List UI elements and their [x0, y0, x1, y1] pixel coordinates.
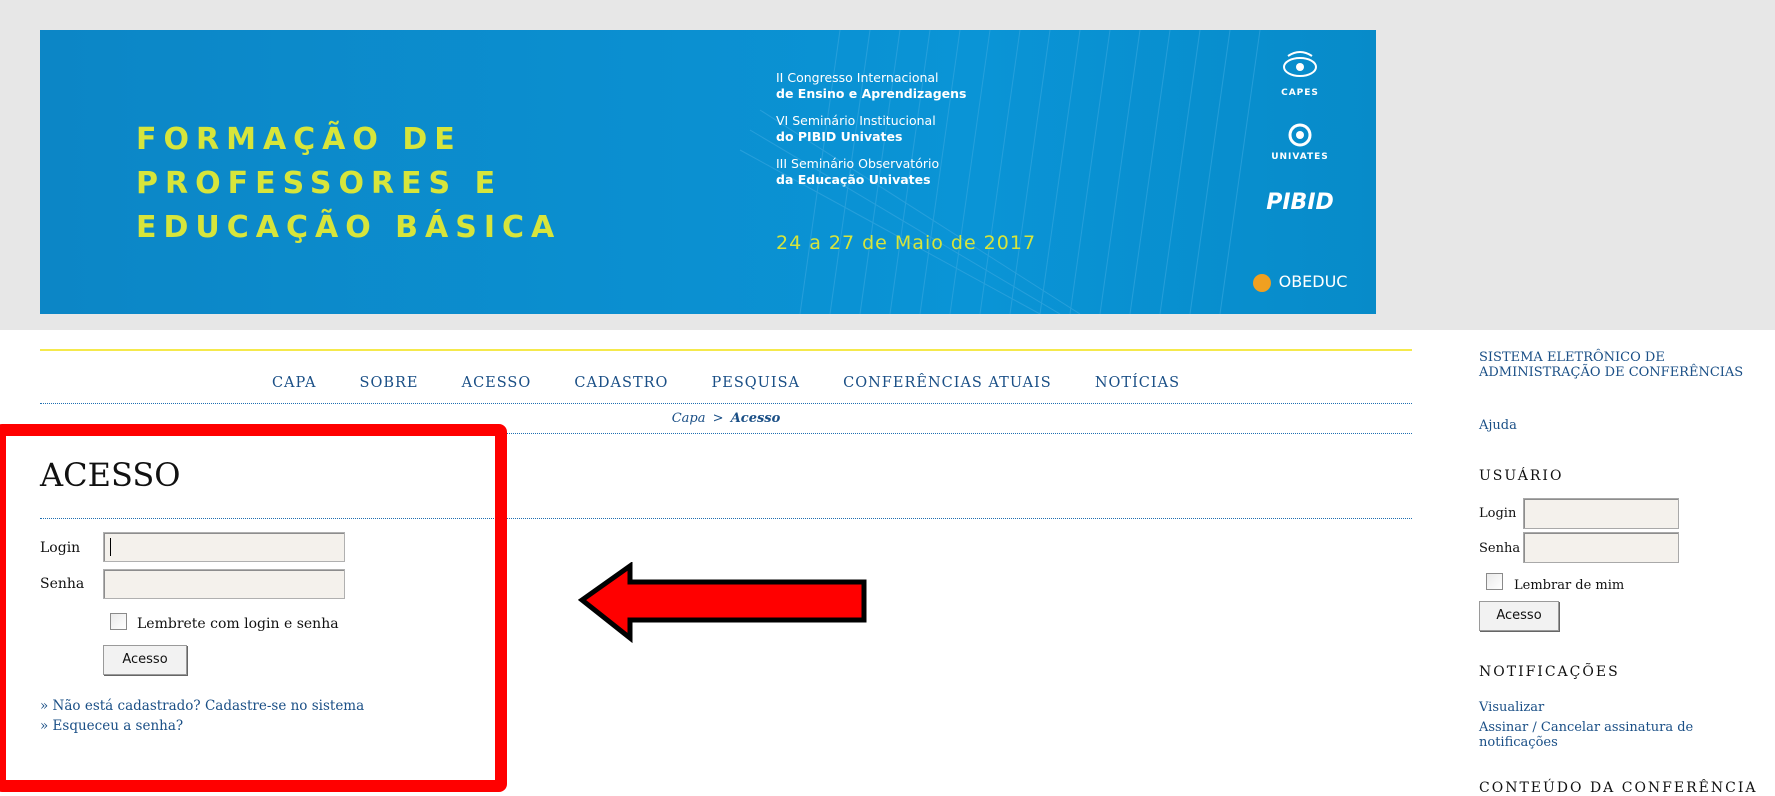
- univates-icon: [1288, 123, 1312, 147]
- banner-title-line-2: PROFESSORES E: [136, 166, 503, 201]
- sidebar-content-heading: CONTEÚDO DA CONFERÊNCIA: [1479, 780, 1758, 796]
- sidebar-login-button[interactable]: Acesso: [1479, 601, 1559, 631]
- highlight-box: [0, 424, 507, 792]
- nav-top-border: [40, 349, 1412, 351]
- nav-item-capa[interactable]: CAPA: [272, 375, 316, 391]
- breadcrumb-current[interactable]: Acesso: [731, 411, 781, 426]
- breadcrumb-separator: >: [712, 411, 724, 426]
- nav-item-pesquisa[interactable]: PESQUISA: [712, 375, 801, 391]
- nav-item-acesso[interactable]: ACESSO: [462, 375, 532, 391]
- sidebar-remember-checkbox[interactable]: [1486, 573, 1503, 590]
- event-1: II Congresso Internacional de Ensino e A…: [776, 70, 967, 101]
- sidebar-subscribe-link[interactable]: Assinar / Cancelar assinatura de notific…: [1479, 720, 1775, 750]
- sidebar-remember-label: Lembrar de mim: [1514, 578, 1625, 593]
- banner-title: FORMAÇÃO DE PROFESSORES E EDUCAÇÃO BÁSIC…: [136, 118, 561, 250]
- banner-events: II Congresso Internacional de Ensino e A…: [776, 70, 966, 199]
- conference-banner: FORMAÇÃO DE PROFESSORES E EDUCAÇÃO BÁSIC…: [40, 30, 1376, 314]
- obeduc-icon: [1252, 273, 1271, 292]
- banner-title-line-1: FORMAÇÃO DE: [136, 122, 462, 157]
- sidebar-help-link[interactable]: Ajuda: [1479, 418, 1517, 433]
- event-2: VI Seminário Institucional do PIBID Univ…: [776, 113, 936, 144]
- capes-logo: CAPES: [1240, 50, 1360, 98]
- nav-item-noticias[interactable]: NOTÍCIAS: [1095, 375, 1180, 391]
- nav-item-cadastro[interactable]: CADASTRO: [574, 375, 668, 391]
- obeduc-logo: OBEDUC: [1240, 272, 1360, 292]
- sidebar-view-link[interactable]: Visualizar: [1479, 700, 1544, 715]
- capes-icon: [1283, 51, 1317, 77]
- banner-title-line-3: EDUCAÇÃO BÁSICA: [136, 210, 562, 245]
- nav-divider: [40, 403, 1412, 404]
- banner-date: 24 a 27 de Maio de 2017: [776, 232, 1037, 254]
- red-arrow-icon: [578, 562, 867, 644]
- breadcrumb-home[interactable]: Capa: [672, 411, 706, 426]
- sidebar-system-title[interactable]: SISTEMA ELETRÔNICO DE ADMINISTRAÇÃO DE C…: [1479, 350, 1743, 380]
- sidebar-login-label: Login: [1479, 506, 1517, 521]
- sidebar-notifications-heading: NOTIFICAÇÕES: [1479, 664, 1620, 680]
- nav-item-sobre[interactable]: SOBRE: [360, 375, 419, 391]
- univates-logo: UNIVATES: [1240, 122, 1360, 162]
- sidebar-password-label: Senha: [1479, 541, 1521, 556]
- pibid-logo: PIBID: [1266, 190, 1334, 215]
- event-3: III Seminário Observatório da Educação U…: [776, 156, 940, 187]
- nav-item-conferencias-atuais[interactable]: CONFERÊNCIAS ATUAIS: [843, 375, 1052, 391]
- sidebar-password-input[interactable]: [1523, 532, 1679, 563]
- sidebar-login-input[interactable]: [1523, 498, 1679, 529]
- sidebar-user-heading: USUÁRIO: [1479, 468, 1564, 484]
- main-nav: CAPA SOBRE ACESSO CADASTRO PESQUISA CONF…: [40, 372, 1412, 391]
